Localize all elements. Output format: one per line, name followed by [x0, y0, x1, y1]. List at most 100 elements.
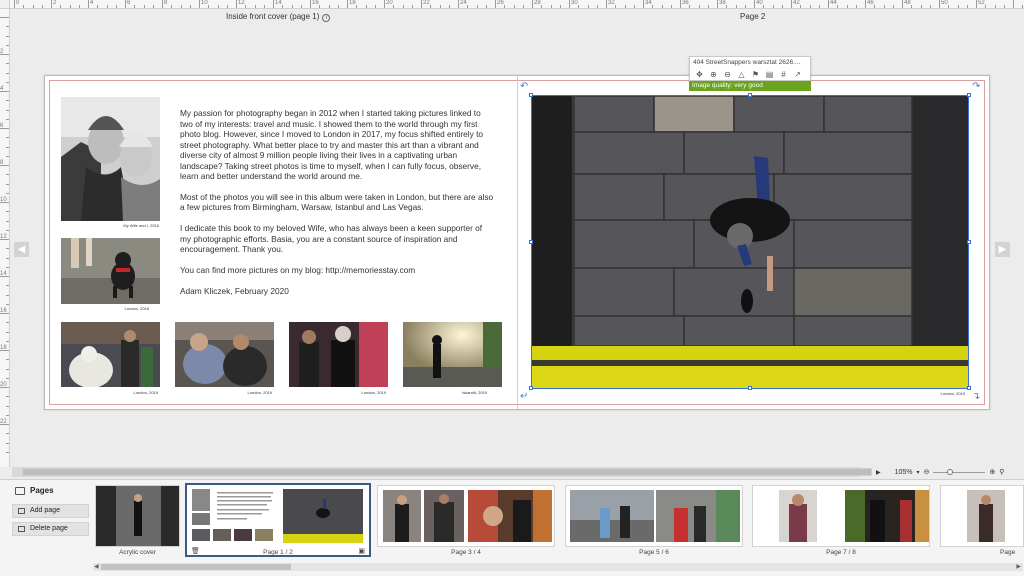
page-thumbnail-7-8[interactable]: [752, 485, 930, 547]
scroll-left-icon[interactable]: ◀: [94, 563, 99, 571]
resize-handle-bl[interactable]: [529, 386, 533, 390]
ruler-tick: [652, 5, 654, 8]
ruler-tick: [69, 5, 71, 8]
thumb-mini: [192, 513, 210, 525]
ruler-tick: [356, 5, 358, 8]
ruler-tick: [800, 5, 802, 8]
dog-photo[interactable]: [61, 238, 160, 304]
ruler-tick: [818, 5, 820, 8]
grid-icon[interactable]: #: [778, 70, 789, 79]
ruler-tick: [310, 0, 311, 8]
ruler-number: 14: [275, 0, 282, 6]
thumb-caption-2: London, 2019: [247, 390, 272, 395]
scroll-right-icon[interactable]: ▶: [1016, 563, 1021, 571]
zoom-slider[interactable]: [933, 468, 986, 475]
ruler-tick: [754, 0, 755, 8]
ruler-tick: [643, 0, 644, 8]
flip-icon[interactable]: △: [736, 70, 747, 79]
canvas-horizontal-scrollbar[interactable]: [12, 467, 872, 477]
ruler-number: 2: [53, 0, 57, 6]
ruler-number: 0: [16, 0, 20, 6]
thumb-photo-3[interactable]: [289, 322, 388, 387]
pages-scroll-thumb[interactable]: [101, 564, 291, 570]
intro-text-block[interactable]: My passion for photography began in 2012…: [180, 108, 495, 306]
info-icon[interactable]: i: [322, 14, 331, 22]
ruler-tick: [920, 5, 922, 8]
canvas-scroll-thumb[interactable]: [22, 468, 872, 476]
ruler-number: 4: [0, 86, 4, 92]
thumb-label-7-8: Page 7 / 8: [826, 549, 856, 556]
ruler-tick: [966, 5, 968, 8]
resize-handle-tl[interactable]: [529, 93, 533, 97]
ruler-tick: [698, 5, 700, 8]
selection-frame[interactable]: [531, 95, 969, 389]
page-thumbnail-1-2[interactable]: 🗑 ▣: [185, 483, 371, 557]
rotate-handle-icon[interactable]: ↶: [520, 82, 528, 92]
ruler-number: 38: [719, 0, 726, 6]
thumb-photo-4[interactable]: [403, 322, 502, 387]
delete-page-button[interactable]: Delete page: [12, 522, 89, 536]
thumb-mini: [192, 529, 210, 541]
ruler-tick: [6, 451, 9, 453]
ruler-number: 20: [386, 0, 393, 6]
ruler-tick: [60, 5, 62, 8]
replace-icon[interactable]: ▤: [764, 70, 775, 79]
ruler-tick: [689, 5, 691, 8]
play-icon[interactable]: ▶: [876, 469, 881, 476]
rotate-handle-icon[interactable]: ↷: [972, 82, 980, 92]
ruler-tick: [6, 183, 9, 185]
pages-header: Pages: [15, 486, 54, 495]
move-icon[interactable]: ✥: [694, 70, 705, 79]
ruler-tick: [171, 5, 173, 8]
resize-handle-r[interactable]: [967, 240, 971, 244]
expand-icon[interactable]: ↗: [792, 70, 803, 79]
resize-handle-t[interactable]: [748, 93, 752, 97]
zoom-dropdown-icon[interactable]: ▾: [917, 469, 920, 476]
rotate-handle-icon[interactable]: ↴: [972, 392, 980, 402]
portrait-photo[interactable]: [61, 97, 160, 221]
resize-handle-l[interactable]: [529, 240, 533, 244]
page-thumbnail-3-4[interactable]: [377, 485, 555, 547]
pages-horizontal-scrollbar[interactable]: ◀ ▶: [93, 563, 1023, 571]
zoom-in-small-icon[interactable]: ⊕: [989, 468, 995, 476]
rotate-handle-icon[interactable]: ↵: [520, 392, 528, 402]
resize-handle-tr[interactable]: [967, 93, 971, 97]
ruler-tick: [6, 220, 9, 222]
ruler-tick: [6, 396, 9, 398]
resize-handle-br[interactable]: [967, 386, 971, 390]
flag-icon[interactable]: ⚑: [750, 70, 761, 79]
ruler-tick: [532, 0, 533, 8]
ruler-number: 18: [0, 345, 7, 351]
thumb-photo-2[interactable]: [175, 322, 274, 387]
ruler-number: 20: [0, 382, 7, 388]
page-thumbnail-cover[interactable]: [95, 485, 180, 547]
ruler-tick: [865, 0, 866, 8]
ruler-number: 48: [904, 0, 911, 6]
page-thumbnail-next[interactable]: [940, 485, 1024, 547]
ruler-number: 12: [238, 0, 245, 6]
ruler-tick: [319, 5, 321, 8]
next-spread-arrow-icon[interactable]: ▶: [995, 242, 1010, 257]
ruler-tick: [624, 5, 626, 8]
ruler-tick: [282, 5, 284, 8]
ruler-tick: [365, 5, 367, 8]
ruler-tick: [615, 5, 617, 8]
zoom-out-small-icon[interactable]: ⊖: [924, 468, 930, 476]
zoom-slider-knob[interactable]: [947, 468, 954, 475]
ruler-number: 34: [645, 0, 652, 6]
thumb-photo-1[interactable]: [61, 322, 160, 387]
ruler-tick: [541, 5, 543, 8]
page-thumbnail-5-6[interactable]: [565, 485, 743, 547]
thumb-mini: [779, 490, 817, 542]
previous-spread-arrow-icon[interactable]: ◀: [14, 242, 29, 257]
add-page-button[interactable]: Add page: [12, 504, 89, 518]
ruler-tick: [596, 5, 598, 8]
zoom-out-icon[interactable]: ⊖: [722, 70, 733, 79]
resize-handle-b[interactable]: [748, 386, 752, 390]
ruler-tick: [393, 5, 395, 8]
zoom-in-icon[interactable]: ⊕: [708, 70, 719, 79]
ruler-tick: [6, 433, 9, 435]
fit-icon[interactable]: ⚲: [999, 468, 1004, 476]
zoom-value[interactable]: 105%: [895, 469, 913, 476]
ruler-tick: [236, 0, 237, 8]
